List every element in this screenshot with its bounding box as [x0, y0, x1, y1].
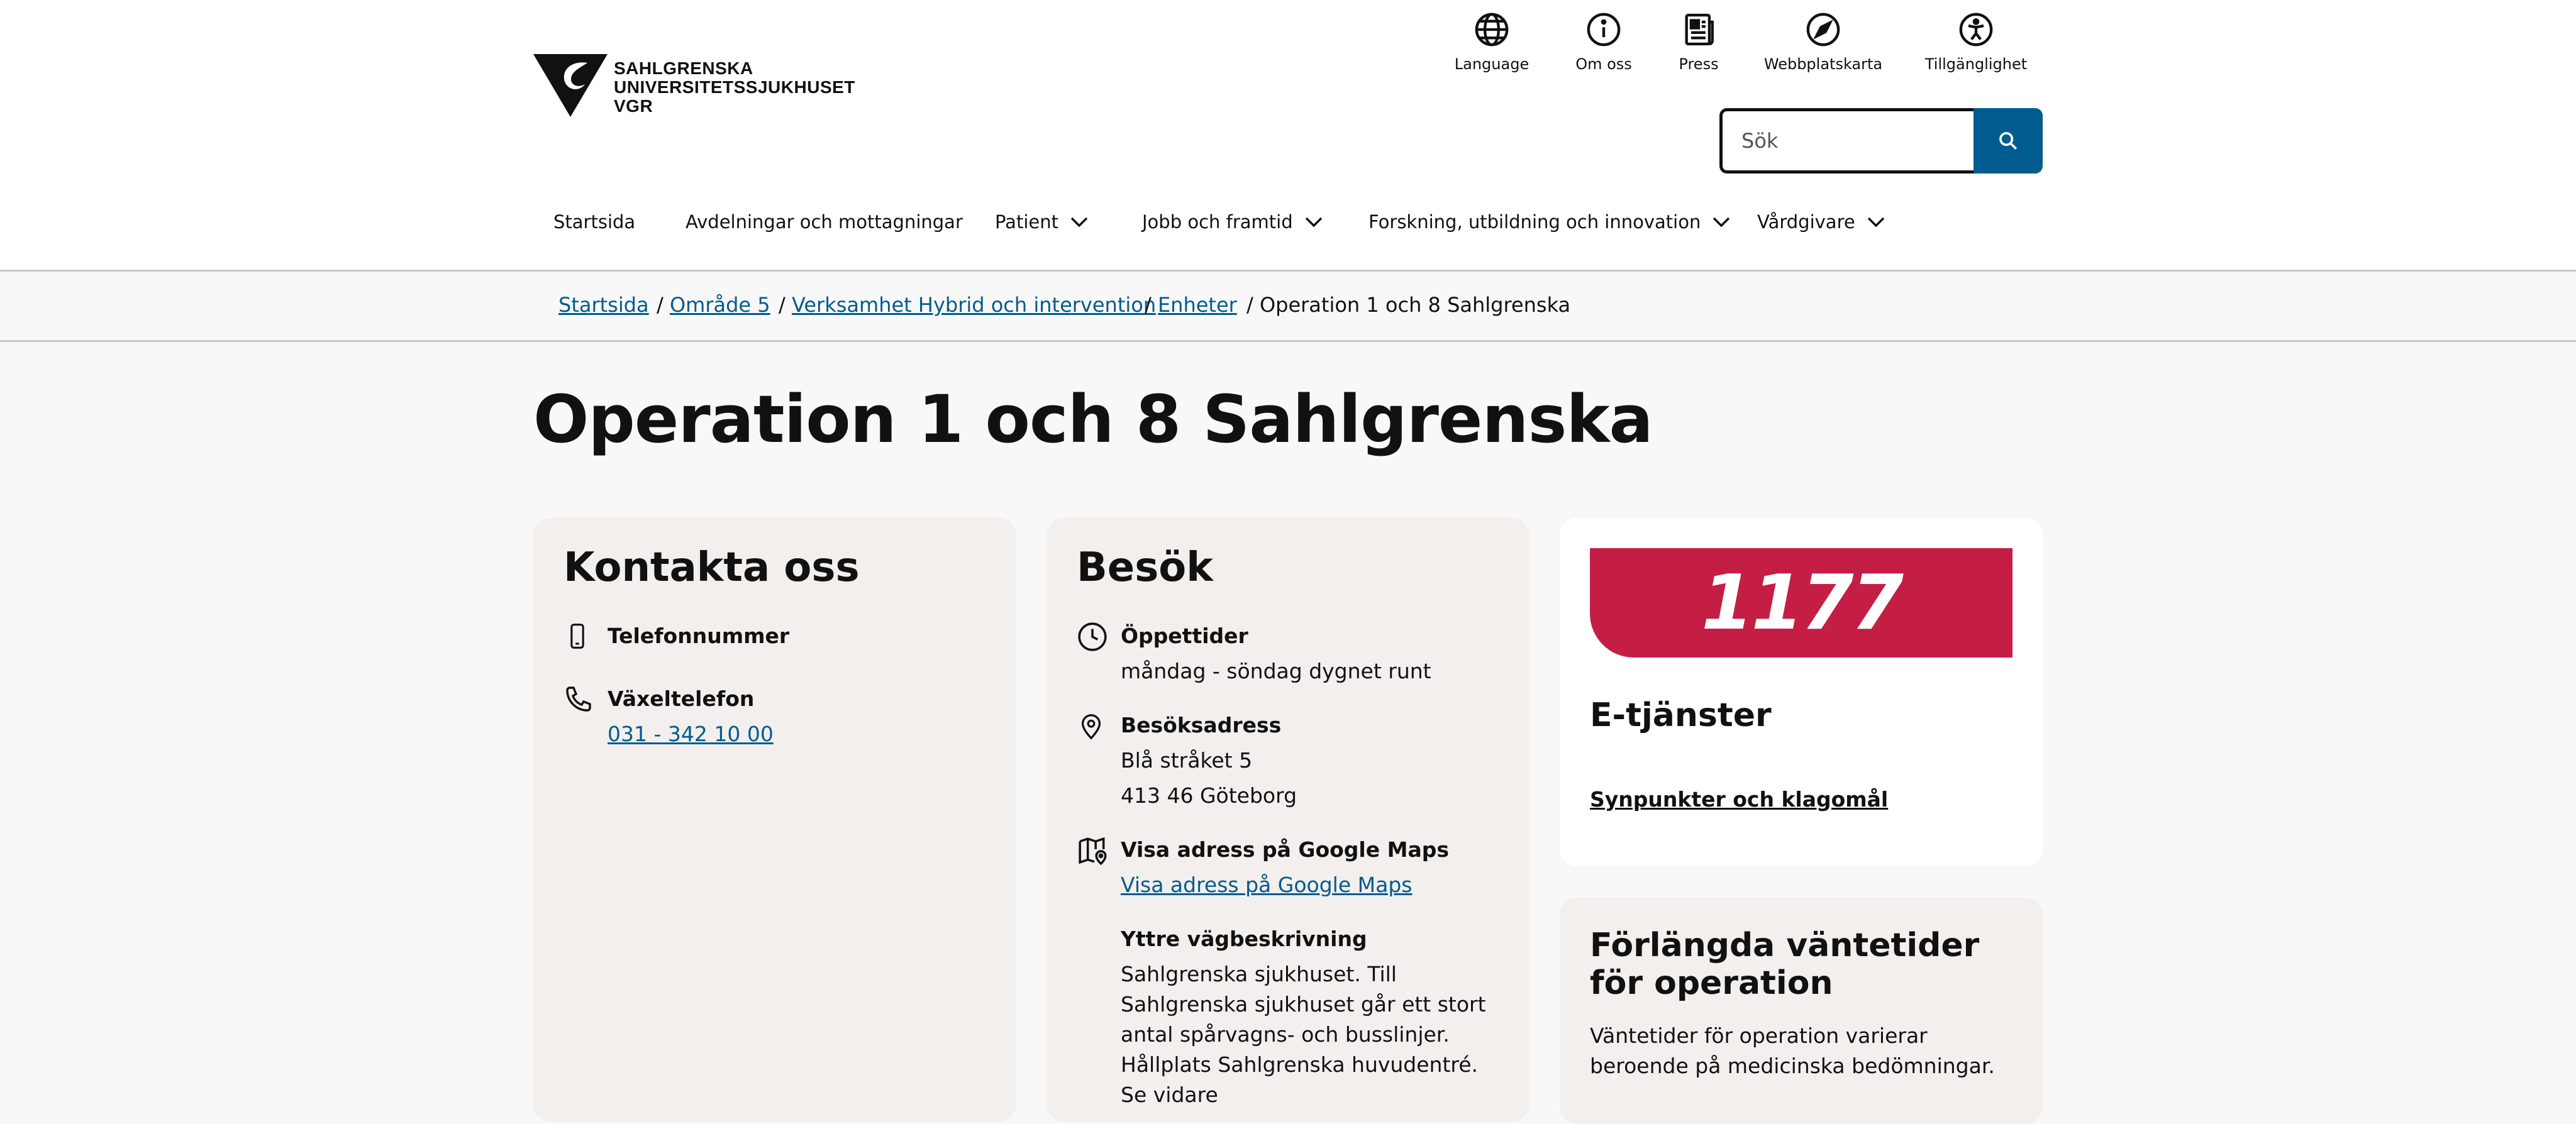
breadcrumb-link[interactable]: Verksamhet Hybrid och intervention [792, 293, 1156, 317]
nav-label: Patient [995, 211, 1058, 233]
directions-row: Yttre vägbeskrivning Sahlgrenska sjukhus… [1077, 922, 1492, 1110]
nav-label: Startsida [553, 211, 636, 233]
breadcrumb-separator: / [779, 293, 786, 317]
eservices-heading: E-tjänster [1590, 697, 1772, 734]
phone-icon [566, 686, 591, 712]
globe-icon [1475, 13, 1509, 47]
utility-label: Webbplatskarta [1763, 55, 1883, 73]
newspaper-icon [1685, 13, 1714, 46]
breadcrumb-link[interactable]: Startsida [558, 293, 649, 317]
nav-forskning[interactable]: Forskning, utbildning och innovation [1368, 211, 1731, 233]
search-input[interactable] [1719, 108, 1974, 174]
chevron-down-icon [1070, 217, 1088, 228]
nav-vardgivare[interactable]: Vårdgivare [1757, 211, 1885, 233]
location-pin-icon [1081, 714, 1101, 740]
utility-tillganglighet[interactable]: Tillgänglighet [1924, 11, 2028, 73]
nav-label: Forskning, utbildning och innovation [1368, 211, 1701, 233]
main-nav: Startsida Avdelningar och mottagningar P… [0, 211, 2576, 243]
nav-avdelningar[interactable]: Avdelningar och mottagningar [686, 211, 963, 233]
chevron-down-icon [1713, 217, 1730, 228]
1177-logo-text: 1177 [1701, 559, 1904, 647]
site-header: SAHLGRENSKA UNIVERSITETSSJUKHUSET VGR La… [0, 0, 2576, 272]
logo-line-1: SAHLGRENSKA [614, 58, 753, 78]
nav-label: Avdelningar och mottagningar [686, 211, 963, 233]
contact-heading: Kontakta oss [564, 544, 860, 591]
accessibility-icon [1959, 13, 1993, 47]
nav-patient[interactable]: Patient [995, 211, 1089, 233]
site-logo[interactable]: SAHLGRENSKA UNIVERSITETSSJUKHUSET VGR [533, 54, 855, 117]
breadcrumb-separator: / [657, 293, 663, 317]
directions-text: Sahlgrenska sjukhuset. Till Sahlgrenska … [1121, 962, 1486, 1107]
utility-language[interactable]: Language [1453, 11, 1531, 73]
address-row: Besöksadress Blå stråket 5 413 46 Götebo… [1077, 708, 1297, 813]
opening-hours-value: måndag - söndag dygnet runt [1121, 659, 1431, 683]
switchboard-phone-link[interactable]: 031 - 342 10 00 [608, 722, 774, 746]
utility-label: Om oss [1575, 55, 1632, 73]
eservices-card: 1177 E-tjänster Synpunkter och klagomål [1560, 518, 2043, 866]
chevron-down-icon [1867, 217, 1884, 228]
feedback-complaints-link[interactable]: Synpunkter och klagomål [1590, 787, 1888, 812]
logo-wordmark: SAHLGRENSKA UNIVERSITETSSJUKHUSET VGR [614, 59, 855, 116]
phone-row: Telefonnummer [564, 619, 789, 654]
waiting-times-card: Förlängda väntetider för operation Vänte… [1560, 898, 2043, 1124]
search-form [1719, 108, 2043, 174]
breadcrumb-separator: / [1246, 293, 1253, 317]
address-line-2: 413 46 Göteborg [1121, 783, 1297, 808]
opening-hours-row: Öppettider måndag - söndag dygnet runt [1077, 619, 1431, 689]
breadcrumb-link[interactable]: Område 5 [670, 293, 770, 317]
breadcrumb: Startsida / Område 5 / Verksamhet Hybrid… [0, 272, 2576, 342]
switchboard-row: Växeltelefon 031 - 342 10 00 [564, 681, 774, 752]
mobile-phone-icon [570, 624, 584, 649]
info-icon [1587, 13, 1621, 47]
clock-icon [1078, 622, 1107, 651]
nav-label: Vårdgivare [1757, 211, 1855, 233]
search-icon [1999, 132, 2018, 150]
logo-line-2: UNIVERSITETSSJUKHUSET [614, 77, 855, 97]
nav-label: Jobb och framtid [1142, 211, 1293, 233]
1177-logo: 1177 [1590, 548, 2012, 658]
maps-row: Visa adress på Google Maps Visa adress p… [1077, 832, 1449, 903]
contact-card: Kontakta oss Telefonnummer Växeltelefon … [533, 518, 1016, 1121]
chevron-down-icon [1305, 217, 1322, 228]
visit-card: Besök Öppettider måndag - söndag dygnet … [1046, 518, 1530, 1121]
breadcrumb-current: Operation 1 och 8 Sahlgrenska [1259, 293, 1571, 317]
address-label: Besöksadress [1121, 713, 1282, 737]
utility-label: Language [1454, 55, 1530, 73]
phone-label: Telefonnummer [608, 624, 790, 648]
utility-webbplatskarta[interactable]: Webbplatskarta [1763, 11, 1883, 73]
utility-label: Tillgänglighet [1924, 55, 2028, 73]
page-title: Operation 1 och 8 Sahlgrenska [533, 381, 1653, 458]
waiting-times-heading: Förlängda väntetider för operation [1590, 927, 1980, 1002]
visit-heading: Besök [1077, 544, 1213, 591]
sahlgrenska-logo-icon [533, 54, 608, 117]
map-icon [1079, 837, 1107, 866]
compass-icon [1806, 13, 1840, 47]
utility-om-oss[interactable]: Om oss [1572, 11, 1635, 73]
google-maps-link[interactable]: Visa adress på Google Maps [1121, 873, 1412, 897]
logo-line-3: VGR [614, 96, 653, 116]
search-button[interactable] [1974, 108, 2043, 174]
breadcrumb-link[interactable]: Enheter [1158, 293, 1237, 317]
address-line-1: Blå stråket 5 [1121, 748, 1253, 773]
waiting-times-text: Väntetider för operation varierar beroen… [1590, 1023, 1995, 1078]
utility-press[interactable]: Press [1673, 11, 1724, 73]
maps-label: Visa adress på Google Maps [1121, 837, 1449, 862]
switchboard-label: Växeltelefon [608, 686, 755, 711]
utility-label: Press [1679, 55, 1719, 73]
breadcrumb-separator: / [1145, 293, 1152, 317]
opening-hours-label: Öppettider [1121, 624, 1248, 648]
nav-jobb[interactable]: Jobb och framtid [1142, 211, 1323, 233]
directions-label: Yttre vägbeskrivning [1121, 927, 1367, 951]
nav-startsida[interactable]: Startsida [553, 211, 635, 233]
